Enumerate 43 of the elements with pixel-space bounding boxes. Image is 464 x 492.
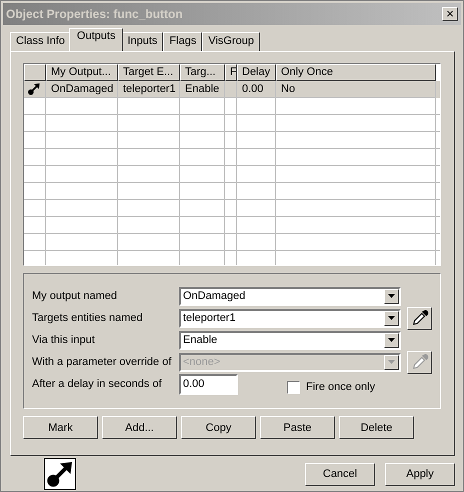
column-header[interactable]: Delay: [237, 64, 276, 81]
output-arrow-icon: [27, 82, 41, 96]
field-label: After a delay in seconds of: [32, 378, 163, 390]
window-title: Object Properties: func_button: [6, 7, 183, 21]
column-header[interactable]: Targ...: [180, 64, 225, 81]
action-button[interactable]: Copy: [181, 416, 256, 439]
field-label: My output named: [32, 290, 118, 302]
column-header[interactable]: Only Once: [276, 64, 436, 81]
tab[interactable]: Outputs: [68, 28, 124, 51]
action-button[interactable]: Delete: [339, 416, 414, 439]
checkbox-label: Fire once only: [306, 381, 376, 393]
dialog-button[interactable]: Cancel: [305, 462, 375, 486]
eyedropper-button[interactable]: [407, 306, 432, 330]
checkbox[interactable]: [287, 380, 300, 394]
column-header[interactable]: F: [225, 64, 237, 81]
column-header[interactable]: Target E...: [118, 64, 180, 81]
tab[interactable]: Inputs: [121, 32, 164, 51]
dropdown[interactable]: Enable: [179, 330, 401, 350]
dropdown-arrow-icon[interactable]: [388, 294, 395, 298]
table-cell: No: [276, 81, 436, 98]
dialog-button[interactable]: Apply: [385, 462, 455, 486]
dropdown[interactable]: OnDamaged: [179, 286, 401, 306]
field-label: Targets entities named: [32, 312, 144, 324]
dropdown-arrow-icon[interactable]: [388, 338, 395, 342]
field-label: With a parameter override of: [32, 356, 172, 368]
input-field[interactable]: 0.00: [179, 374, 238, 394]
tab[interactable]: Class Info: [10, 32, 71, 51]
table-cell: teleporter1: [118, 81, 180, 98]
column-header[interactable]: [24, 64, 46, 81]
dropdown[interactable]: teleporter1: [179, 308, 401, 328]
table-cell: Enable: [180, 81, 225, 98]
column-header[interactable]: My Output...: [46, 64, 118, 81]
tab[interactable]: Flags: [163, 32, 202, 51]
list-row[interactable]: OnDamaged teleporter1 Enable 0.00 No: [24, 81, 440, 98]
action-button[interactable]: Paste: [260, 416, 335, 439]
field-label: Via this input: [32, 334, 96, 346]
tab[interactable]: VisGroup: [202, 32, 260, 51]
action-button[interactable]: Mark: [23, 416, 98, 439]
dropdown-arrow-icon[interactable]: [388, 316, 395, 320]
close-button[interactable]: ×: [442, 7, 458, 21]
action-button[interactable]: Add...: [102, 416, 177, 439]
table-cell: 0.00: [237, 81, 276, 98]
table-cell: OnDamaged: [46, 81, 118, 98]
